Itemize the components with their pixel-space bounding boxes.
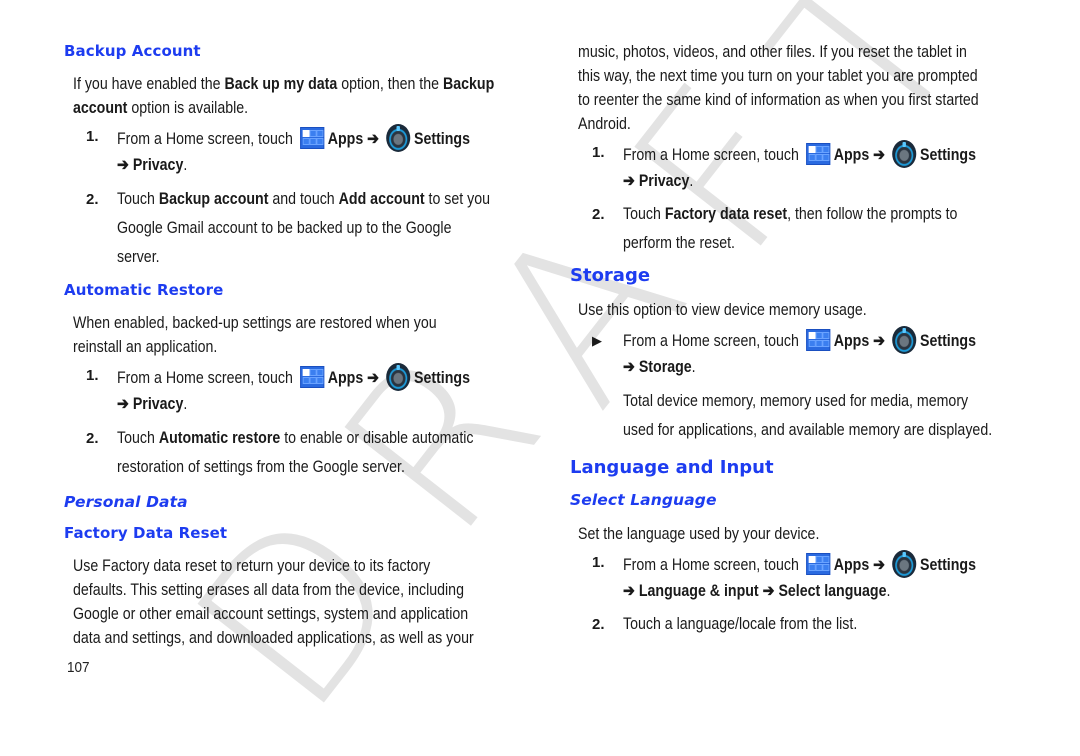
restore-step1-path: ➔ Privacy. bbox=[117, 395, 188, 413]
restore-intro-line2: reinstall an application. bbox=[73, 338, 218, 356]
settings-icon bbox=[892, 550, 917, 578]
backup-step1: From a Home screen, touch Apps ➔ Setting… bbox=[117, 124, 470, 152]
factory-para-line: defaults. This setting erases all data f… bbox=[73, 581, 464, 599]
backup-intro-line1: If you have enabled the Back up my data … bbox=[73, 75, 495, 93]
factory-cont-line: to reenter the same kind of information … bbox=[578, 91, 979, 109]
factory-step2-line2: perform the reset. bbox=[623, 234, 736, 252]
step-number: 2. bbox=[86, 191, 99, 208]
step-number: 1. bbox=[592, 554, 605, 571]
settings-icon bbox=[892, 326, 917, 354]
backup-step2-line2: Google Gmail account to be backed up to … bbox=[117, 219, 452, 237]
apps-icon bbox=[300, 127, 325, 149]
restore-step1: From a Home screen, touch Apps ➔ Setting… bbox=[117, 363, 470, 391]
factory-para-line: Google or other email account settings, … bbox=[73, 605, 469, 623]
language-step1: From a Home screen, touch Apps ➔ Setting… bbox=[623, 550, 976, 578]
factory-step1-path: ➔ Privacy. bbox=[623, 172, 694, 190]
factory-step1: From a Home screen, touch Apps ➔ Setting… bbox=[623, 140, 976, 168]
settings-icon bbox=[386, 363, 411, 391]
factory-step2-line1: Touch Factory data reset, then follow th… bbox=[623, 205, 958, 223]
apps-icon bbox=[806, 143, 831, 165]
apps-icon bbox=[300, 366, 325, 388]
section-heading-language-and-input: Language and Input bbox=[570, 457, 774, 478]
page-number: 107 bbox=[67, 659, 90, 676]
bullet-triangle-icon: ▶ bbox=[592, 333, 602, 348]
storage-note-line2: used for applications, and available mem… bbox=[623, 421, 993, 439]
storage-note-line1: Total device memory, memory used for med… bbox=[623, 392, 969, 410]
factory-cont-line: Android. bbox=[578, 115, 631, 133]
settings-icon bbox=[386, 124, 411, 152]
backup-intro-line2: account option is available. bbox=[73, 99, 249, 117]
factory-para-line: data and settings, and downloaded applic… bbox=[73, 629, 474, 647]
language-intro: Set the language used by your device. bbox=[578, 525, 820, 543]
step-number: 1. bbox=[86, 367, 99, 384]
step-number: 2. bbox=[592, 206, 605, 223]
apps-icon bbox=[806, 553, 831, 575]
restore-step2-line1: Touch Automatic restore to enable or dis… bbox=[117, 429, 474, 447]
backup-step1-path: ➔ Privacy. bbox=[117, 156, 188, 174]
step-number: 2. bbox=[592, 616, 605, 633]
restore-step2-line2: restoration of settings from the Google … bbox=[117, 458, 405, 476]
section-heading-personal-data: Personal Data bbox=[64, 493, 188, 511]
apps-icon bbox=[806, 329, 831, 351]
settings-icon bbox=[892, 140, 917, 168]
section-heading-backup-account: Backup Account bbox=[64, 42, 201, 60]
step-number: 1. bbox=[86, 128, 99, 145]
section-heading-select-language: Select Language bbox=[570, 491, 717, 509]
language-step1-path: ➔ Language & input ➔ Select language. bbox=[623, 582, 891, 600]
storage-step: From a Home screen, touch Apps ➔ Setting… bbox=[623, 326, 976, 354]
backup-step2-line3: server. bbox=[117, 248, 160, 266]
restore-intro-line1: When enabled, backed-up settings are res… bbox=[73, 314, 437, 332]
storage-intro: Use this option to view device memory us… bbox=[578, 301, 867, 319]
storage-step-path: ➔ Storage. bbox=[623, 358, 696, 376]
section-heading-factory-data-reset: Factory Data Reset bbox=[64, 524, 228, 542]
section-heading-storage: Storage bbox=[570, 265, 651, 286]
backup-step2-line1: Touch Backup account and touch Add accou… bbox=[117, 190, 491, 208]
factory-cont-line: this way, the next time you turn on your… bbox=[578, 67, 978, 85]
section-heading-automatic-restore: Automatic Restore bbox=[64, 281, 224, 299]
step-number: 2. bbox=[86, 430, 99, 447]
step-number: 1. bbox=[592, 144, 605, 161]
language-step2: Touch a language/locale from the list. bbox=[623, 615, 858, 633]
factory-cont-line: music, photos, videos, and other files. … bbox=[578, 43, 967, 61]
factory-para-line: Use Factory data reset to return your de… bbox=[73, 557, 431, 575]
